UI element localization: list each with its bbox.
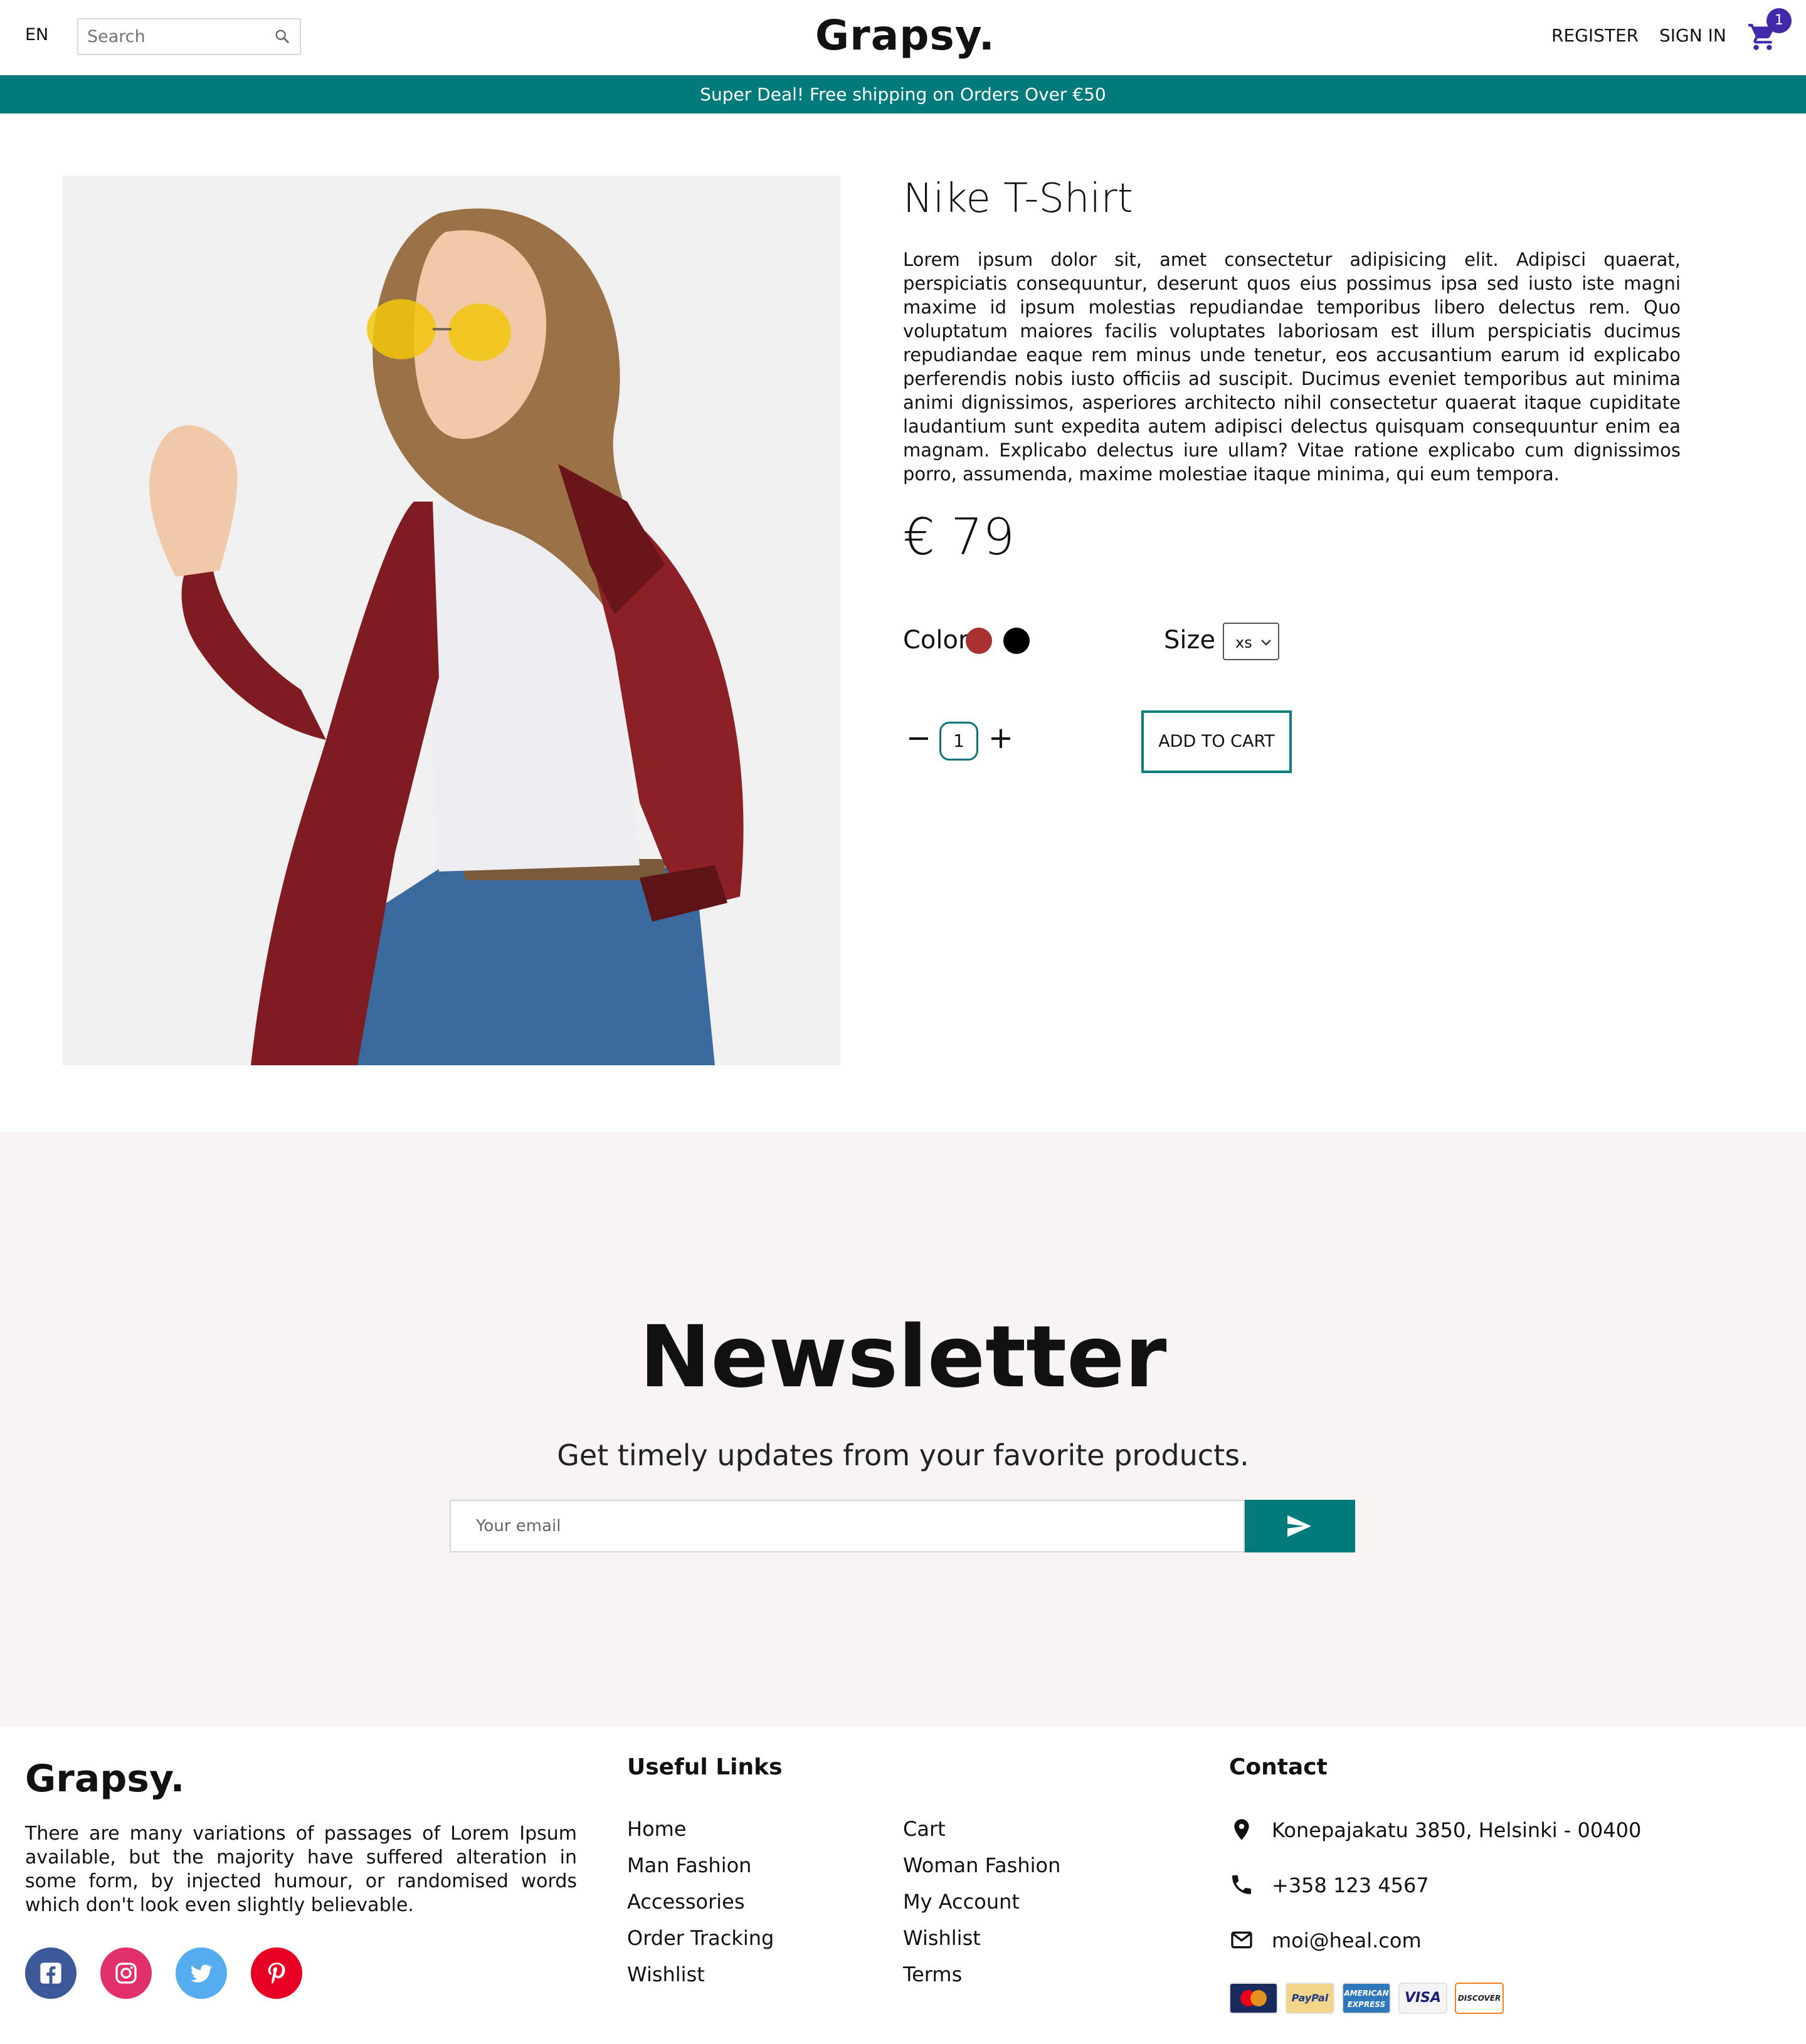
footer-link-cart[interactable]: Cart xyxy=(903,1817,946,1841)
newsletter-title: Newsletter xyxy=(639,1308,1167,1407)
language-selector[interactable]: EN xyxy=(25,25,48,45)
newsletter-email-input[interactable] xyxy=(476,1501,1216,1551)
phone-icon xyxy=(1232,1875,1251,1894)
sign-in-link[interactable]: SIGN IN xyxy=(1659,25,1726,46)
quantity-decrease-button[interactable]: − xyxy=(903,723,934,756)
footer-link-my-account[interactable]: My Account xyxy=(903,1890,1020,1914)
cart-count-badge: 1 xyxy=(1766,8,1792,33)
add-to-cart-button[interactable]: ADD TO CART xyxy=(1141,710,1292,773)
header: EN Grapsy. REGISTER SIGN IN 1 xyxy=(0,0,1806,75)
product-image xyxy=(63,176,840,1065)
search-icon[interactable] xyxy=(273,28,291,45)
footer-link-wishlist[interactable]: Wishlist xyxy=(627,1962,705,1986)
newsletter-submit-button[interactable] xyxy=(1245,1500,1355,1552)
useful-links-heading: Useful Links xyxy=(627,1754,783,1780)
location-pin-icon xyxy=(1234,1819,1249,1840)
quantity-value[interactable]: 1 xyxy=(939,722,978,761)
color-swatch-red[interactable] xyxy=(966,628,992,654)
color-swatch-black[interactable] xyxy=(1003,628,1030,654)
footer-link-terms[interactable]: Terms xyxy=(903,1962,962,1986)
site-logo[interactable]: Grapsy. xyxy=(815,11,995,60)
newsletter-section: Newsletter Get timely updates from your … xyxy=(0,1132,1806,1727)
mail-icon xyxy=(1231,1931,1252,1949)
register-link[interactable]: REGISTER xyxy=(1551,25,1639,46)
footer-link-wishlist-2[interactable]: Wishlist xyxy=(903,1926,981,1950)
contact-heading: Contact xyxy=(1229,1754,1328,1780)
footer-link-woman-fashion[interactable]: Woman Fashion xyxy=(903,1853,1060,1877)
chevron-down-icon xyxy=(1261,640,1271,646)
discover-icon: DISCOVER xyxy=(1455,1983,1504,2014)
footer-link-accessories[interactable]: Accessories xyxy=(627,1890,745,1914)
contact-address-text: Konepajakatu 3850, Helsinki - 00400 xyxy=(1272,1818,1642,1842)
size-selected-value: xs xyxy=(1235,634,1252,651)
product-title: Nike T-Shirt xyxy=(903,176,1133,222)
contact-email-text[interactable]: moi@heal.com xyxy=(1272,1929,1422,1952)
footer: Grapsy. There are many variations of pas… xyxy=(0,1727,1806,2044)
pinterest-icon[interactable] xyxy=(251,1947,302,1999)
newsletter-subtitle: Get timely updates from your favorite pr… xyxy=(557,1438,1249,1472)
search-box[interactable] xyxy=(77,18,301,55)
footer-about-text: There are many variations of passages of… xyxy=(25,1823,577,1916)
american-express-icon: AMERICAN EXPRESS xyxy=(1342,1983,1391,2014)
size-label: Size xyxy=(1164,626,1216,655)
footer-link-order-tracking[interactable]: Order Tracking xyxy=(627,1926,774,1950)
contact-phone-text[interactable]: +358 123 4567 xyxy=(1272,1873,1429,1897)
footer-link-home[interactable]: Home xyxy=(627,1817,687,1841)
footer-logo[interactable]: Grapsy. xyxy=(25,1757,184,1801)
product-price: € 79 xyxy=(903,508,1015,566)
send-icon xyxy=(1287,1515,1311,1537)
color-label: Color xyxy=(903,626,969,655)
woman-red-leather-jacket-photo xyxy=(63,176,840,1065)
instagram-icon[interactable] xyxy=(100,1947,152,1999)
size-select[interactable]: xs xyxy=(1223,623,1279,660)
twitter-icon[interactable] xyxy=(176,1947,227,1999)
quantity-increase-button[interactable]: + xyxy=(985,723,1017,756)
product-description: Lorem ipsum dolor sit, amet consectetur … xyxy=(903,249,1681,485)
newsletter-email-box[interactable] xyxy=(450,1500,1245,1552)
footer-link-man-fashion[interactable]: Man Fashion xyxy=(627,1853,751,1877)
visa-icon: VISA xyxy=(1398,1983,1447,2014)
mastercard-icon xyxy=(1229,1983,1278,2014)
paypal-icon: PayPal xyxy=(1286,1983,1334,2014)
promo-banner: Super Deal! Free shipping on Orders Over… xyxy=(0,75,1806,113)
search-input[interactable] xyxy=(87,19,263,54)
facebook-icon[interactable] xyxy=(25,1947,77,1999)
